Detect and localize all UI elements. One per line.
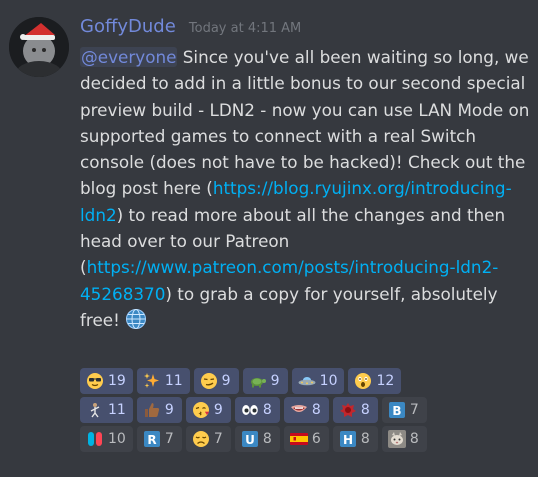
- reaction-count: 9: [270, 373, 280, 389]
- reaction-count: 19: [108, 373, 126, 389]
- message-header: GoffyDude Today at 4:11 AM: [80, 16, 301, 37]
- reaction-disappointed[interactable]: 7: [185, 426, 231, 452]
- reaction-count: 8: [262, 402, 272, 418]
- reaction-row: 10 R 7 7 U 8 6 H 8 8: [80, 426, 535, 452]
- reaction-count: 8: [360, 402, 370, 418]
- ufo-emoji-icon: [298, 372, 316, 390]
- chat-message: GoffyDude Today at 4:11 AM @everyone Sin…: [0, 0, 538, 477]
- reactions-bar: 19 11 9 9 10 12 11 9 9 8 8 8 B 7 10 R 7 …: [80, 368, 535, 455]
- cat-custom-emoji-icon: [387, 430, 406, 448]
- svg-text:R: R: [147, 433, 156, 447]
- svg-text:U: U: [245, 433, 255, 447]
- thumbsup-dark-emoji-icon: [143, 401, 161, 419]
- letter-b-emoji-icon: B: [388, 401, 406, 419]
- mouth-custom-emoji-icon: [290, 401, 308, 419]
- reaction-ufo[interactable]: 10: [291, 368, 345, 394]
- globe-icon: [125, 308, 147, 330]
- reaction-count: 11: [108, 402, 126, 418]
- reaction-count: 12: [376, 373, 395, 389]
- spain-flag-emoji-icon: [289, 430, 308, 448]
- reaction-switch-controller[interactable]: 10: [80, 426, 133, 452]
- reaction-count: 11: [164, 373, 183, 389]
- reaction-sparkles[interactable]: 11: [136, 368, 190, 394]
- reaction-count: 7: [409, 402, 419, 418]
- disappointed-emoji-icon: [192, 430, 210, 448]
- everyone-mention[interactable]: @everyone: [80, 47, 178, 67]
- letter-h-emoji-icon: H: [339, 430, 357, 448]
- reaction-count: 8: [360, 431, 370, 447]
- turtle-emoji-icon: [249, 372, 267, 390]
- reaction-count: 6: [311, 431, 321, 447]
- reaction-row: 19 11 9 9 10 12: [80, 368, 535, 394]
- astonished-emoji-icon: [354, 372, 372, 390]
- reaction-row: 11 9 9 8 8 8 B 7: [80, 397, 535, 423]
- kissing-heart-emoji-icon: [192, 401, 210, 419]
- reaction-count: 9: [213, 402, 223, 418]
- username[interactable]: GoffyDude: [80, 16, 176, 37]
- reaction-letter-b[interactable]: B 7: [381, 397, 427, 423]
- reaction-smirk[interactable]: 9: [193, 368, 239, 394]
- reaction-letter-r[interactable]: R 7: [136, 426, 182, 452]
- reaction-letter-h[interactable]: H 8: [332, 426, 378, 452]
- reaction-eyes[interactable]: 8: [234, 397, 280, 423]
- reaction-spain-flag[interactable]: 6: [283, 426, 329, 452]
- reaction-cat[interactable]: 8: [381, 426, 427, 452]
- reaction-letter-u[interactable]: U 8: [234, 426, 280, 452]
- reaction-sunglasses[interactable]: 19: [80, 368, 133, 394]
- svg-text:B: B: [392, 404, 401, 418]
- reaction-count: 7: [213, 431, 223, 447]
- reaction-count: 10: [108, 431, 126, 447]
- letter-u-emoji-icon: U: [241, 430, 259, 448]
- reaction-count: 9: [221, 373, 231, 389]
- sunglasses-emoji-icon: [86, 372, 104, 390]
- reaction-count: 10: [319, 373, 338, 389]
- eyes-emoji-icon: [241, 401, 259, 419]
- letter-r-emoji-icon: R: [143, 430, 161, 448]
- smirk-emoji-icon: [200, 372, 218, 390]
- sparkles-emoji-icon: [143, 372, 161, 390]
- avatar[interactable]: [9, 17, 69, 77]
- reaction-count: 8: [262, 431, 272, 447]
- reaction-thumbsup[interactable]: 9: [136, 397, 182, 423]
- switch-controller-emoji-icon: [86, 430, 104, 448]
- red-blob-emoji-icon: [339, 401, 357, 419]
- timestamp: Today at 4:11 AM: [188, 21, 302, 36]
- reaction-pointing[interactable]: 11: [80, 397, 133, 423]
- reaction-mouth[interactable]: 8: [283, 397, 329, 423]
- reaction-red-blob[interactable]: 8: [332, 397, 378, 423]
- pointing-custom-emoji-icon: [86, 401, 104, 419]
- reaction-kissing-heart[interactable]: 9: [185, 397, 231, 423]
- reaction-count: 8: [311, 402, 321, 418]
- message-text: Since you've all been waiting so long, w…: [80, 47, 530, 199]
- reaction-count: 7: [164, 431, 174, 447]
- reaction-turtle[interactable]: 9: [242, 368, 288, 394]
- reaction-astonished[interactable]: 12: [348, 368, 402, 394]
- reaction-count: 9: [164, 402, 174, 418]
- svg-text:H: H: [343, 433, 353, 447]
- message-content: @everyone Since you've all been waiting …: [80, 44, 530, 333]
- reaction-count: 8: [409, 431, 419, 447]
